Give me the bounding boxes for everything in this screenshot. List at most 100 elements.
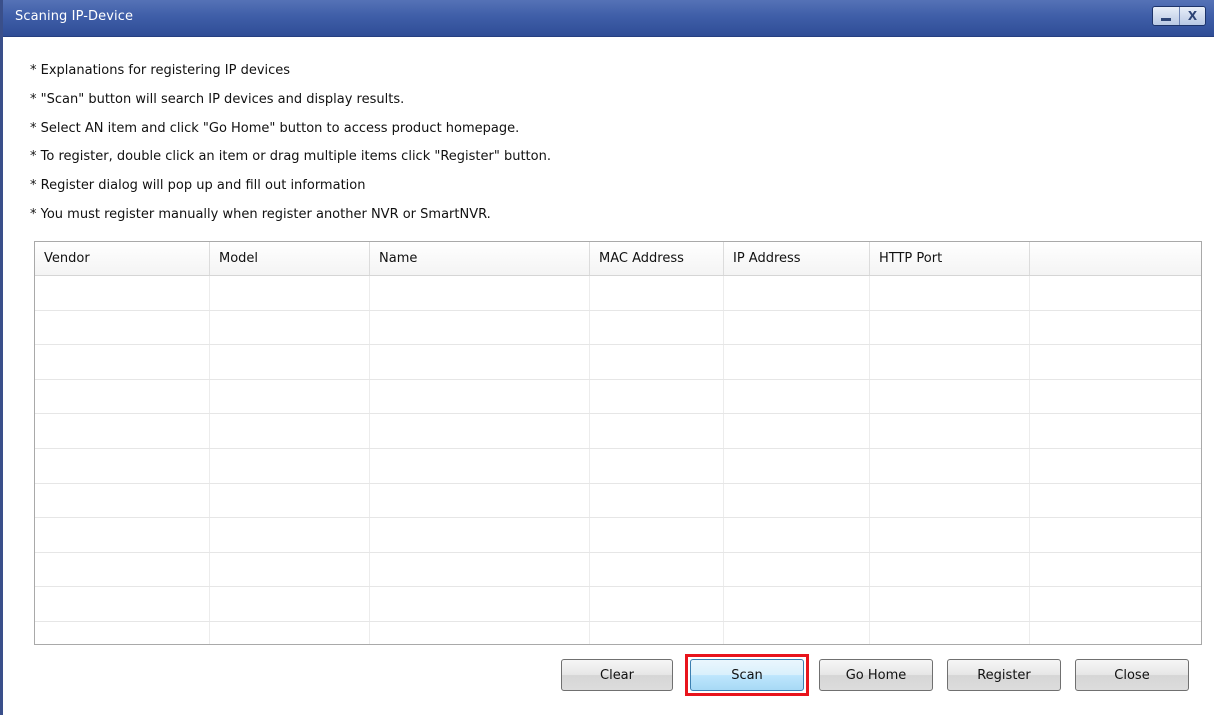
explanation-line: * Select AN item and click "Go Home" but… — [30, 120, 520, 136]
explanation-line: * "Scan" button will search IP devices a… — [30, 91, 405, 107]
table-cell — [870, 379, 1030, 414]
table-cell — [210, 552, 370, 587]
table-cell — [724, 518, 870, 552]
table-cell — [370, 518, 590, 552]
minimize-button[interactable] — [1153, 7, 1179, 25]
table-cell — [35, 414, 210, 448]
table-cell — [370, 552, 590, 587]
table-row[interactable] — [35, 483, 1201, 519]
table-cell — [370, 621, 590, 644]
table-cell — [1030, 518, 1201, 552]
table-cell — [210, 621, 370, 644]
close-icon: X — [1187, 9, 1198, 23]
table-row[interactable] — [35, 518, 1201, 553]
column-header-model[interactable]: Model — [210, 242, 370, 275]
column-header-mac-address[interactable]: MAC Address — [590, 242, 724, 275]
table-cell — [35, 448, 210, 483]
table-cell — [210, 345, 370, 379]
close-button[interactable]: Close — [1075, 659, 1189, 691]
table-row[interactable] — [35, 345, 1201, 380]
table-cell — [1030, 622, 1201, 644]
table-cell — [1030, 484, 1201, 518]
table-cell — [1030, 414, 1201, 448]
table-cell — [210, 518, 370, 552]
table-cell — [1030, 449, 1201, 483]
scan-ip-device-window: Scaning IP-Device X * Explanations for r… — [0, 0, 1214, 715]
table-cell — [590, 448, 724, 483]
table-row[interactable] — [35, 587, 1201, 622]
table-row[interactable] — [35, 414, 1201, 449]
title-bar[interactable]: Scaning IP-Device X — [3, 0, 1214, 37]
table-cell — [370, 310, 590, 345]
table-cell — [724, 414, 870, 448]
table-cell — [590, 379, 724, 414]
table-cell — [870, 310, 1030, 345]
table-row[interactable] — [35, 379, 1201, 415]
table-cell — [870, 552, 1030, 587]
table-cell — [1030, 311, 1201, 345]
table-cell — [590, 483, 724, 518]
explanation-line: * Register dialog will pop up and fill o… — [30, 178, 366, 194]
scan-button[interactable]: Scan — [690, 659, 804, 691]
table-cell — [370, 448, 590, 483]
table-cell — [724, 379, 870, 414]
column-header-name[interactable]: Name — [370, 242, 590, 275]
table-cell — [724, 621, 870, 644]
table-cell — [724, 276, 870, 310]
column-header-vendor[interactable]: Vendor — [35, 242, 210, 275]
table-cell — [35, 552, 210, 587]
table-cell — [870, 621, 1030, 644]
table-cell — [870, 518, 1030, 552]
table-cell — [35, 621, 210, 644]
column-header-http-port[interactable]: HTTP Port — [870, 242, 1030, 275]
table-body[interactable] — [35, 276, 1201, 644]
table-cell — [35, 276, 210, 310]
go-home-button[interactable]: Go Home — [819, 659, 933, 691]
table-cell — [370, 276, 590, 310]
table-cell — [35, 345, 210, 379]
table-cell — [870, 587, 1030, 621]
close-window-button[interactable]: X — [1179, 7, 1205, 25]
table-row[interactable] — [35, 552, 1201, 588]
table-row[interactable] — [35, 621, 1201, 644]
table-cell — [724, 483, 870, 518]
table-cell — [35, 518, 210, 552]
column-header-filler — [1030, 242, 1201, 275]
table-cell — [210, 448, 370, 483]
table-cell — [870, 483, 1030, 518]
table-cell — [370, 379, 590, 414]
table-cell — [1030, 345, 1201, 379]
explanation-line: * Explanations for registering IP device… — [30, 63, 291, 78]
table-cell — [590, 345, 724, 379]
title-bar-buttons: X — [1152, 6, 1206, 26]
table-cell — [210, 310, 370, 345]
table-cell — [724, 587, 870, 621]
table-cell — [590, 621, 724, 644]
table-cell — [1030, 553, 1201, 587]
table-cell — [210, 276, 370, 310]
device-table[interactable]: Vendor Model Name MAC Address IP Address… — [34, 241, 1202, 645]
table-cell — [870, 276, 1030, 310]
table-cell — [870, 345, 1030, 379]
table-row[interactable] — [35, 448, 1201, 484]
table-cell — [590, 587, 724, 621]
table-cell — [370, 587, 590, 621]
table-cell — [370, 345, 590, 379]
table-row[interactable] — [35, 310, 1201, 346]
table-cell — [590, 552, 724, 587]
table-row[interactable] — [35, 276, 1201, 311]
table-cell — [35, 483, 210, 518]
table-cell — [370, 414, 590, 448]
table-header: Vendor Model Name MAC Address IP Address… — [35, 242, 1201, 276]
clear-button[interactable]: Clear — [561, 659, 673, 691]
explanations-list: * Explanations for registering IP device… — [30, 63, 551, 236]
explanation-line: * To register, double click an item or d… — [30, 149, 551, 165]
table-cell — [724, 345, 870, 379]
column-header-ip-address[interactable]: IP Address — [724, 242, 870, 275]
register-button[interactable]: Register — [947, 659, 1061, 691]
table-cell — [210, 483, 370, 518]
table-cell — [590, 276, 724, 310]
table-cell — [1030, 380, 1201, 414]
table-cell — [1030, 587, 1201, 621]
table-cell — [210, 379, 370, 414]
